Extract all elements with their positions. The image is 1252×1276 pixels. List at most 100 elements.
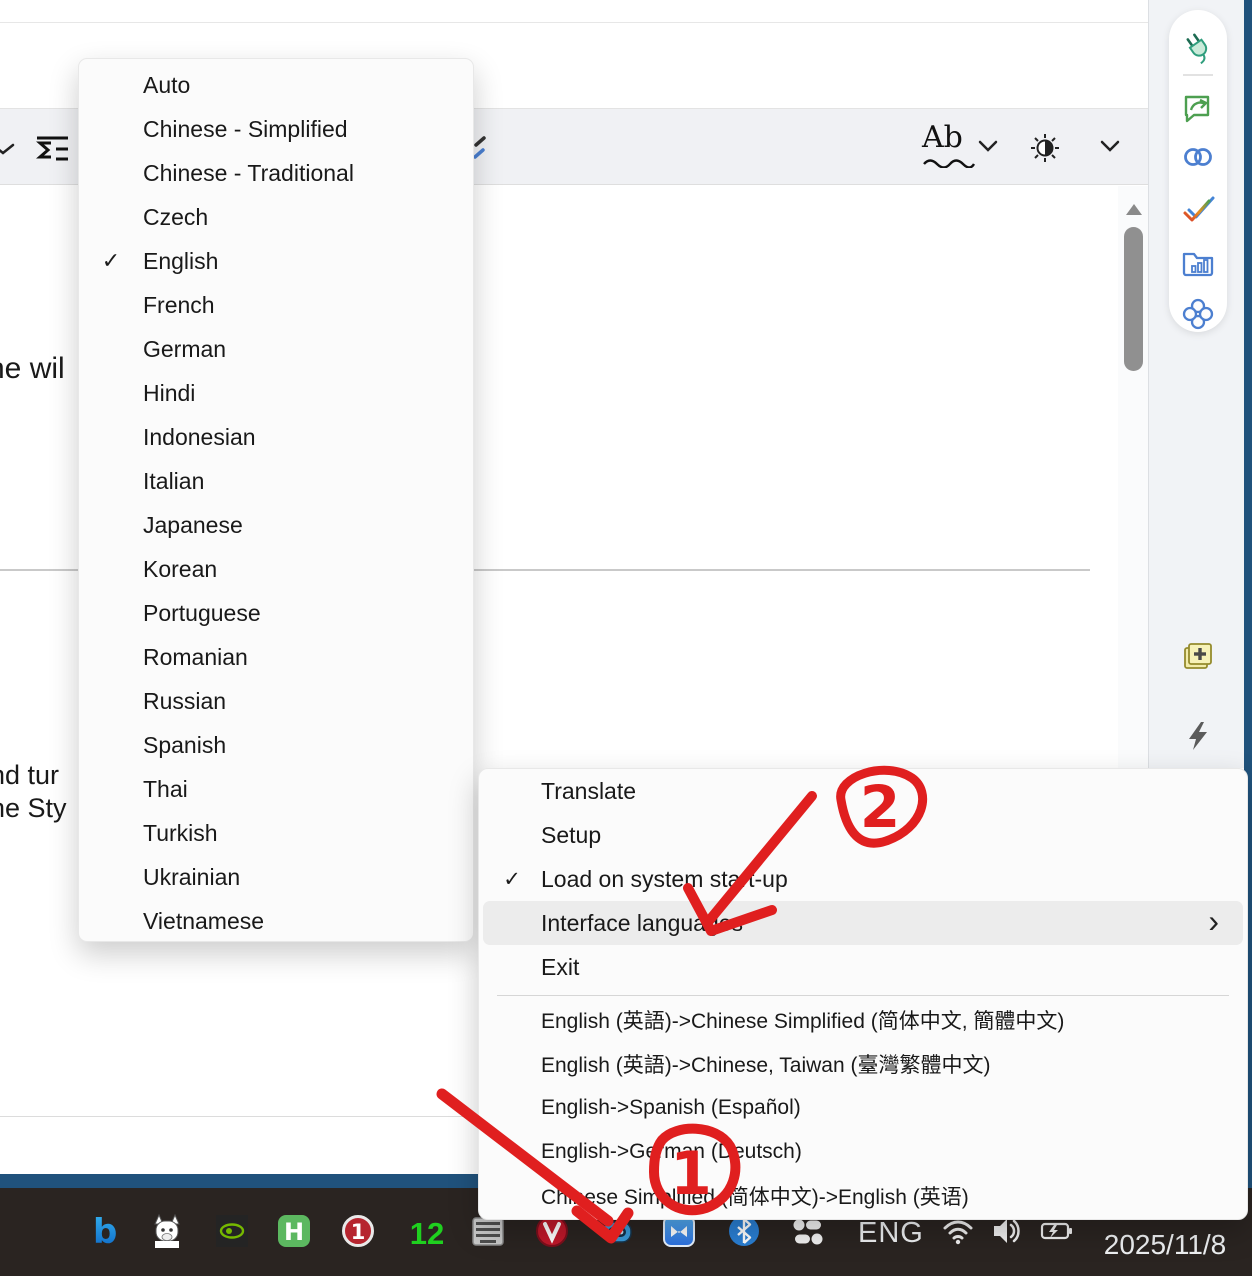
language-menu-item[interactable]: ✓Korean bbox=[79, 547, 473, 591]
language-label: Chinese - Traditional bbox=[143, 160, 473, 187]
language-menu-item[interactable]: ✓Czech bbox=[79, 195, 473, 239]
language-menu-item[interactable]: ✓Thai bbox=[79, 767, 473, 811]
svg-text:b: b bbox=[93, 1214, 117, 1248]
new-note-icon[interactable] bbox=[1180, 638, 1216, 674]
document-text-fragment: ne wil bbox=[0, 352, 65, 386]
language-label: Russian bbox=[143, 688, 473, 715]
input-language-indicator[interactable]: ENG bbox=[858, 1217, 924, 1250]
menu-separator bbox=[497, 995, 1229, 996]
chevron-down-icon[interactable] bbox=[0, 142, 15, 156]
notification-badge-icon[interactable]: 1 bbox=[341, 1214, 375, 1248]
right-sidebar bbox=[1148, 0, 1244, 768]
bing-icon[interactable]: b bbox=[88, 1214, 122, 1248]
language-label: Hindi bbox=[143, 380, 473, 407]
language-menu-item[interactable]: ✓Romanian bbox=[79, 635, 473, 679]
language-label: Portuguese bbox=[143, 600, 473, 627]
language-label: Turkish bbox=[143, 820, 473, 847]
tool-pill bbox=[1169, 10, 1227, 332]
language-menu-item[interactable]: ✓German bbox=[79, 327, 473, 371]
plug-icon[interactable] bbox=[1180, 29, 1216, 65]
language-menu-item[interactable]: ✓Chinese - Traditional bbox=[79, 151, 473, 195]
language-pair-label: English (英語)->Chinese, Taiwan (臺灣繁體中文) bbox=[541, 1049, 990, 1079]
h-app-icon[interactable]: H bbox=[277, 1214, 311, 1248]
svg-text:H: H bbox=[284, 1218, 304, 1246]
language-menu-item[interactable]: ✓Chinese - Simplified bbox=[79, 107, 473, 151]
language-menu-item[interactable]: ✓Russian bbox=[79, 679, 473, 723]
language-menu-item[interactable]: ✓Portuguese bbox=[79, 591, 473, 635]
language-menu-item[interactable]: ✓Spanish bbox=[79, 723, 473, 767]
language-label: Vietnamese bbox=[143, 908, 473, 935]
partial-tool-icon[interactable] bbox=[473, 135, 487, 163]
language-label: English bbox=[143, 248, 473, 275]
submenu-arrow-icon: › bbox=[1208, 905, 1219, 937]
language-label: German bbox=[143, 336, 473, 363]
menu-item-interface-languages[interactable]: ✓Interface languages› bbox=[483, 901, 1243, 945]
check-icon: ✓ bbox=[79, 248, 143, 274]
tray-context-menu: ✓Translate ✓Setup ✓Load on system start-… bbox=[478, 768, 1248, 1220]
scrollbar-up-arrow[interactable] bbox=[1126, 204, 1142, 215]
language-label: Auto bbox=[143, 72, 473, 99]
language-menu-item[interactable]: ✓French bbox=[79, 283, 473, 327]
menu-item-load-on-startup[interactable]: ✓Load on system start-up bbox=[483, 857, 1243, 901]
share-chat-icon[interactable] bbox=[1180, 88, 1216, 124]
language-label: Ukrainian bbox=[143, 864, 473, 891]
language-menu-item[interactable]: ✓Japanese bbox=[79, 503, 473, 547]
link-icon[interactable] bbox=[1180, 139, 1216, 175]
folder-stats-icon[interactable] bbox=[1180, 245, 1216, 281]
scrollbar-thumb[interactable] bbox=[1124, 227, 1143, 371]
language-menu-item[interactable]: ✓Vietnamese bbox=[79, 899, 473, 943]
language-pair-item[interactable]: English (英語)->Chinese Simplified (简体中文, … bbox=[479, 998, 1247, 1042]
language-label: Chinese - Simplified bbox=[143, 116, 473, 143]
taskbar-date[interactable]: 2025/11/8 bbox=[1100, 1229, 1230, 1261]
chevron-down-icon[interactable] bbox=[978, 140, 998, 152]
nvidia-icon[interactable] bbox=[215, 1214, 249, 1248]
language-dropdown-menu: ✓Auto ✓Chinese - Simplified ✓Chinese - T… bbox=[78, 58, 474, 942]
calendar-number[interactable]: 12 bbox=[405, 1216, 449, 1252]
double-check-icon[interactable] bbox=[1180, 192, 1216, 228]
theme-toggle-icon[interactable] bbox=[1030, 133, 1060, 163]
clover-icon[interactable] bbox=[1180, 296, 1216, 332]
menu-item-label: Translate bbox=[541, 778, 1243, 805]
language-label: Italian bbox=[143, 468, 473, 495]
language-pair-item[interactable]: English->German (Deutsch) bbox=[479, 1130, 1247, 1174]
check-icon: ✓ bbox=[483, 867, 541, 892]
window-top-border bbox=[0, 22, 1148, 23]
language-label: Korean bbox=[143, 556, 473, 583]
menu-item-label: Interface languages bbox=[541, 910, 1243, 937]
language-menu-item[interactable]: ✓Turkish bbox=[79, 811, 473, 855]
language-menu-item-selected[interactable]: ✓English bbox=[79, 239, 473, 283]
sum-lines-icon[interactable] bbox=[36, 135, 70, 163]
spellcheck-button[interactable]: Ab bbox=[922, 120, 963, 155]
lightning-icon[interactable] bbox=[1180, 718, 1216, 754]
language-menu-item[interactable]: ✓Hindi bbox=[79, 371, 473, 415]
language-pair-list: English (英語)->Chinese Simplified (简体中文, … bbox=[479, 998, 1247, 1218]
document-text-fragment: nd tur bbox=[0, 760, 59, 791]
language-pair-label: English->German (Deutsch) bbox=[541, 1140, 802, 1164]
language-menu-item[interactable]: ✓Ukrainian bbox=[79, 855, 473, 899]
svg-text:1: 1 bbox=[351, 1220, 366, 1244]
menu-item-label: Load on system start-up bbox=[541, 866, 1243, 893]
menu-item-setup[interactable]: ✓Setup bbox=[483, 813, 1243, 857]
menu-item-translate[interactable]: ✓Translate bbox=[483, 769, 1243, 813]
menu-item-label: Setup bbox=[541, 822, 1243, 849]
language-pair-item[interactable]: English->Spanish (Español) bbox=[479, 1086, 1247, 1130]
menu-item-label: Exit bbox=[541, 954, 1243, 981]
language-pair-item[interactable]: Chinese Simplified (简体中文)->English (英语) bbox=[479, 1174, 1247, 1218]
language-label: Japanese bbox=[143, 512, 473, 539]
language-pair-item[interactable]: English (英語)->Chinese, Taiwan (臺灣繁體中文) bbox=[479, 1042, 1247, 1086]
language-menu-item[interactable]: ✓Italian bbox=[79, 459, 473, 503]
language-label: Indonesian bbox=[143, 424, 473, 451]
language-label: French bbox=[143, 292, 473, 319]
language-pair-label: English (英語)->Chinese Simplified (简体中文, … bbox=[541, 1005, 1064, 1035]
language-menu-item[interactable]: ✓Indonesian bbox=[79, 415, 473, 459]
screen: Ab ne wil nd tur he Sty bbox=[0, 0, 1252, 1276]
chevron-down-icon[interactable] bbox=[1100, 140, 1120, 152]
language-label: Thai bbox=[143, 776, 473, 803]
language-menu-item[interactable]: ✓Auto bbox=[79, 63, 473, 107]
language-pair-label: Chinese Simplified (简体中文)->English (英语) bbox=[541, 1181, 969, 1211]
document-text-fragment: he Sty bbox=[0, 793, 67, 824]
menu-item-exit[interactable]: ✓Exit bbox=[483, 945, 1243, 989]
llama-icon[interactable] bbox=[150, 1214, 184, 1248]
spellcheck-underline-icon bbox=[922, 158, 976, 168]
language-label: Spanish bbox=[143, 732, 473, 759]
